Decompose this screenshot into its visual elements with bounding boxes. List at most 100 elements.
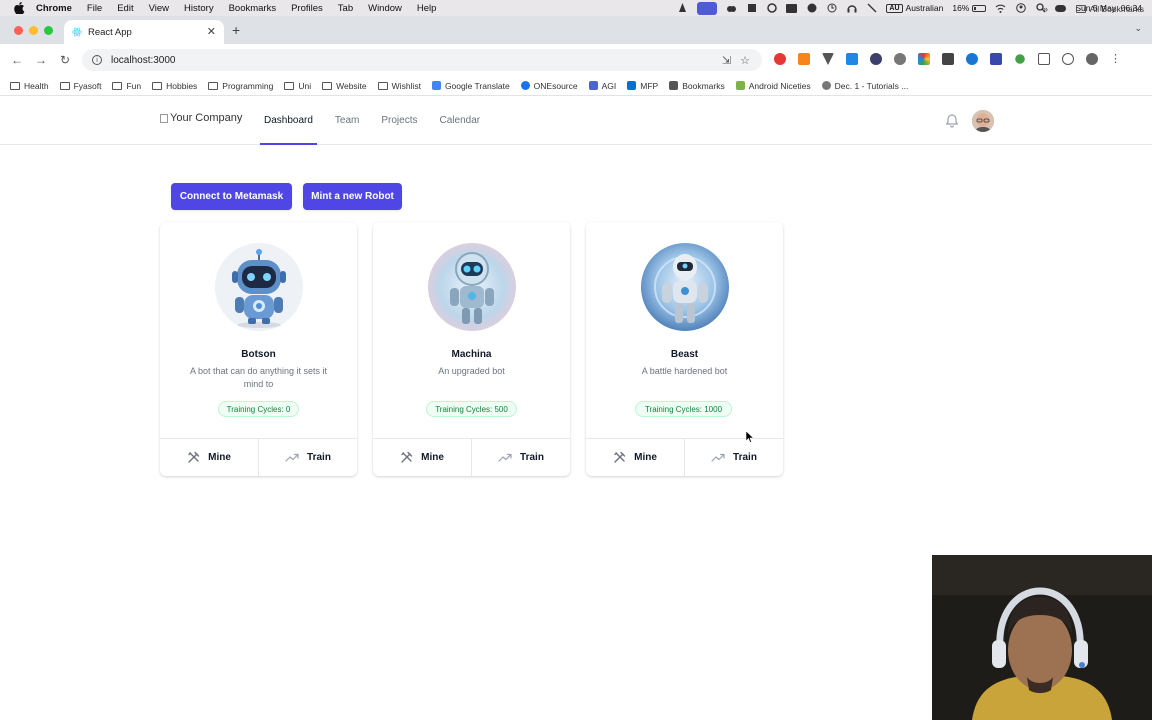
- bookmark-label: Google Translate: [444, 80, 510, 91]
- menu-file[interactable]: File: [87, 3, 102, 14]
- menu-view[interactable]: View: [149, 3, 169, 14]
- bookmark-programming[interactable]: Programming: [208, 81, 273, 91]
- cloud-icon[interactable]: [726, 3, 737, 13]
- bookmark-website[interactable]: Website: [322, 81, 367, 91]
- bookmark-star-icon[interactable]: ☆: [740, 54, 750, 67]
- apple-icon[interactable]: [14, 2, 26, 14]
- connect-metamask-button[interactable]: Connect to Metamask: [171, 183, 292, 210]
- user-avatar[interactable]: [972, 110, 994, 132]
- robot-actions: Mine Train: [586, 438, 783, 476]
- mine-label: Mine: [208, 452, 231, 463]
- bookmark-hobbies[interactable]: Hobbies: [152, 81, 197, 91]
- mine-button[interactable]: Mine: [586, 439, 685, 476]
- menu-bookmarks[interactable]: Bookmarks: [229, 3, 277, 14]
- mine-button[interactable]: Mine: [373, 439, 472, 476]
- new-tab-icon[interactable]: +: [232, 22, 240, 38]
- close-window-button[interactable]: [14, 26, 23, 35]
- download-icon[interactable]: [846, 53, 858, 65]
- close-tab-icon[interactable]: ✕: [207, 25, 216, 38]
- train-button[interactable]: Train: [685, 439, 783, 476]
- ai-icon[interactable]: [766, 3, 777, 13]
- mint-robot-button[interactable]: Mint a new Robot: [303, 183, 402, 210]
- menu-history[interactable]: History: [184, 3, 214, 14]
- bookmark-uni[interactable]: Uni: [284, 81, 311, 91]
- train-button[interactable]: Train: [472, 439, 570, 476]
- history-icon[interactable]: [826, 3, 837, 13]
- gear-icon[interactable]: [894, 53, 906, 65]
- puzzle-icon[interactable]: [746, 3, 757, 13]
- v-icon[interactable]: [822, 53, 834, 65]
- nav-calendar[interactable]: Calendar: [436, 97, 485, 145]
- user-icon[interactable]: [1015, 3, 1026, 13]
- sync-icon[interactable]: [1062, 53, 1074, 65]
- bookmark-onesource[interactable]: ONEsource: [520, 81, 578, 91]
- grid-icon[interactable]: [786, 3, 798, 13]
- install-app-icon[interactable]: ⇲: [722, 54, 731, 67]
- broken-image-icon: [160, 113, 168, 123]
- forward-arrow-icon[interactable]: →: [35, 53, 47, 67]
- bookmark-health[interactable]: Health: [10, 81, 49, 91]
- bookmark-wishlist[interactable]: Wishlist: [377, 81, 421, 91]
- folder-icon: [152, 81, 163, 90]
- back-arrow-icon[interactable]: ←: [11, 53, 23, 67]
- all-bookmarks-button[interactable]: All Bookmarks: [1075, 4, 1144, 14]
- menu-window[interactable]: Window: [368, 3, 402, 14]
- train-button[interactable]: Train: [259, 439, 357, 476]
- battery-status[interactable]: 16%: [952, 3, 987, 13]
- headphones-icon[interactable]: [846, 3, 857, 13]
- menu-help[interactable]: Help: [417, 3, 437, 14]
- circle-icon[interactable]: [870, 53, 882, 65]
- menu-tab[interactable]: Tab: [338, 3, 353, 14]
- training-cycles-badge: Training Cycles: 500: [426, 401, 517, 417]
- zoom-window-button[interactable]: [44, 26, 53, 35]
- bookmark-fyasoft[interactable]: Fyasoft: [59, 81, 101, 91]
- color-picker-icon[interactable]: [918, 53, 930, 65]
- globe-icon[interactable]: [806, 3, 817, 13]
- toggle-icon[interactable]: [1055, 3, 1067, 13]
- vlc-icon[interactable]: [677, 3, 688, 13]
- site-info-icon[interactable]: i: [92, 55, 102, 65]
- chrome-menu-icon[interactable]: ⋮: [1110, 53, 1121, 65]
- nav-dashboard[interactable]: Dashboard: [260, 97, 317, 145]
- nav-team[interactable]: Team: [331, 97, 363, 145]
- mute-icon[interactable]: [866, 3, 877, 13]
- green-dot-icon[interactable]: [1015, 54, 1025, 64]
- webcam-overlay: [932, 555, 1152, 720]
- metamask-icon[interactable]: [798, 53, 810, 65]
- mouse-cursor-icon: [746, 431, 754, 443]
- robot-description: A bot that can do anything it sets it mi…: [189, 366, 328, 389]
- bookmark-label: Uni: [298, 80, 312, 91]
- notifications-bell-icon[interactable]: [944, 113, 960, 129]
- tab-react-app[interactable]: React App ✕: [64, 20, 224, 44]
- browser-toolbar: ← → ↻ i localhost:3000 ⇲ ☆ ⋮: [0, 44, 1152, 76]
- wifi-icon[interactable]: [995, 3, 1006, 13]
- mine-button[interactable]: Mine: [160, 439, 259, 476]
- company-logo[interactable]: Your Company: [160, 112, 242, 124]
- bookmark-android-niceties[interactable]: Android Niceties: [735, 81, 811, 91]
- address-bar[interactable]: i localhost:3000 ⇲ ☆: [82, 49, 762, 71]
- bookmarks-overflow-icon[interactable]: »: [1043, 4, 1048, 14]
- bookmark-google-translate[interactable]: Google Translate: [431, 80, 510, 91]
- keyboard-input-label[interactable]: AU Australian: [886, 3, 943, 13]
- pen-icon[interactable]: [942, 53, 954, 65]
- menu-profiles[interactable]: Profiles: [291, 3, 323, 14]
- bookmark-fun[interactable]: Fun: [112, 81, 141, 91]
- n-icon[interactable]: [990, 53, 1002, 65]
- adblock-icon[interactable]: [774, 53, 786, 65]
- minimize-window-button[interactable]: [29, 26, 38, 35]
- tab-search-chevron-icon[interactable]: ⌄: [1134, 23, 1142, 34]
- edge-icon[interactable]: [966, 53, 978, 65]
- menu-app-name[interactable]: Chrome: [36, 3, 72, 14]
- bookmark-dec-1-tutorials[interactable]: Dec. 1 - Tutorials ...: [821, 80, 909, 91]
- reload-icon[interactable]: ↻: [60, 53, 70, 67]
- bookmark-agi[interactable]: AGI: [588, 81, 616, 91]
- screen-record-icon[interactable]: [697, 1, 718, 15]
- nav-projects[interactable]: Projects: [377, 97, 421, 145]
- profile-icon[interactable]: [1086, 53, 1098, 65]
- bookmark-bookmarks[interactable]: Bookmarks: [669, 81, 725, 91]
- menu-edit[interactable]: Edit: [117, 3, 133, 14]
- bookmark-label: Dec. 1 - Tutorials ...: [834, 80, 909, 91]
- extensions-icon[interactable]: [1038, 53, 1050, 65]
- bookmark-mfp[interactable]: MFP: [627, 81, 658, 91]
- react-icon: [72, 27, 82, 37]
